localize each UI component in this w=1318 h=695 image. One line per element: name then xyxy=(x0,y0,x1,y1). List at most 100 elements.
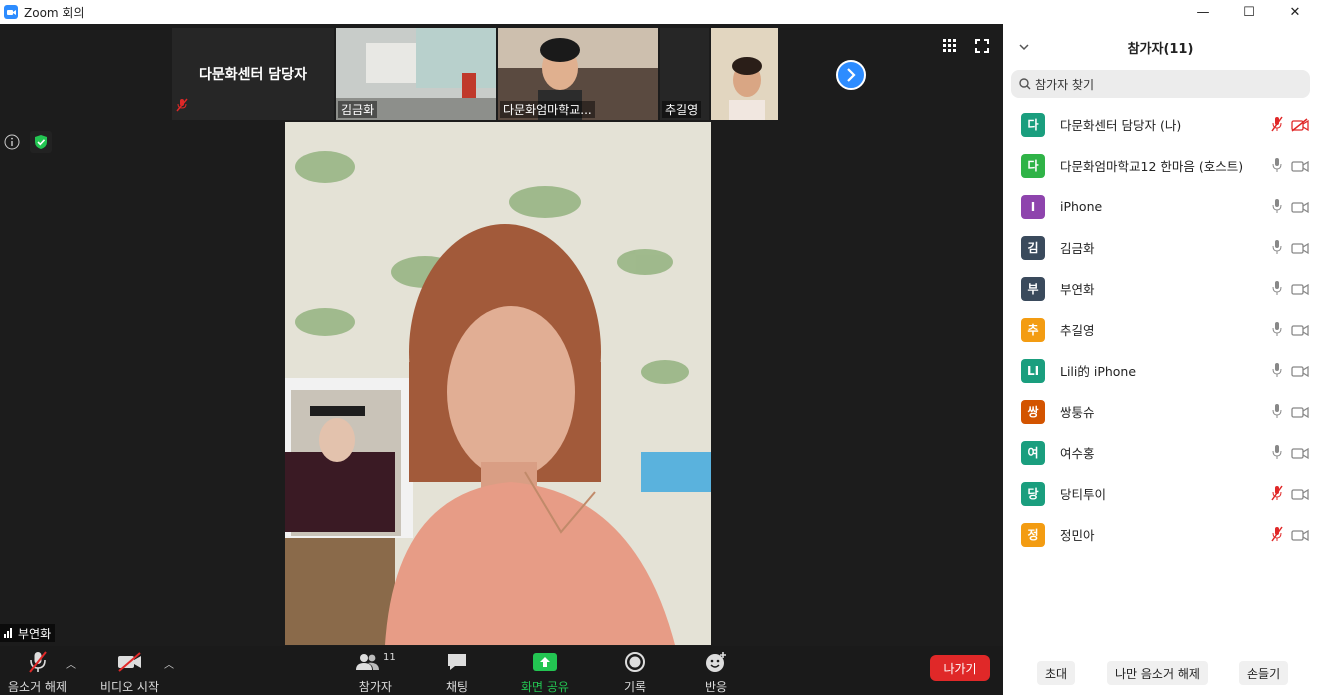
title-bar: Zoom 회의 — ☐ ✕ xyxy=(0,0,1318,24)
participants-count-badge: 11 xyxy=(383,651,396,663)
participant-row[interactable]: 다 다문화엄마학교12 한마음 (호스트) xyxy=(1003,145,1318,186)
mic-icon[interactable] xyxy=(1271,403,1283,423)
avatar: 당 xyxy=(1021,481,1045,506)
avatar: 부 xyxy=(1021,276,1045,301)
participant-row[interactable]: LI Lili的 iPhone xyxy=(1003,350,1318,391)
signal-strength-icon xyxy=(4,628,12,638)
tile-name-cell: 추길영 xyxy=(660,28,709,120)
participant-row[interactable]: 쌍 쌍퉁슈 xyxy=(1003,391,1318,432)
invite-button[interactable]: 초대 xyxy=(1037,661,1076,685)
avatar: 다 xyxy=(1021,112,1045,137)
video-tile[interactable] xyxy=(711,28,778,120)
participant-search-field[interactable]: 참가자 찾기 xyxy=(1011,70,1310,98)
mic-muted-icon[interactable] xyxy=(1271,526,1283,546)
participant-name: 여수홍 xyxy=(1060,446,1095,461)
encryption-shield-icon[interactable] xyxy=(30,131,52,153)
info-icon[interactable] xyxy=(4,134,20,154)
video-off-icon[interactable] xyxy=(1291,117,1309,136)
active-speaker-video xyxy=(285,122,711,645)
meeting-toolbar: 음소거 해제 ︿ 비디오 시작 ︿ 11 참가자 채팅 화면 공유 기록 반응 … xyxy=(0,646,1003,695)
video-tile[interactable]: 다문화엄마학교... xyxy=(498,28,658,120)
participant-row[interactable]: 여 여수홍 xyxy=(1003,432,1318,473)
participant-list: 다 다문화센터 담당자 (나) 다 다문화엄마학교12 한마음 (호스트) IiPhon… xyxy=(1003,104,1318,555)
start-video-label: 비디오 시작 xyxy=(100,680,160,694)
video-icon[interactable] xyxy=(1291,527,1309,546)
search-placeholder: 참가자 찾기 xyxy=(1035,77,1095,92)
smiley-plus-icon xyxy=(704,650,728,674)
avatar: 추 xyxy=(1021,317,1045,342)
host-tile[interactable]: 다문화센터 담당자 xyxy=(172,28,334,120)
fullscreen-icon[interactable] xyxy=(975,38,989,57)
participant-row[interactable]: 부 부연화 xyxy=(1003,268,1318,309)
video-icon[interactable] xyxy=(1291,486,1309,505)
mic-icon[interactable] xyxy=(1271,239,1283,259)
maximize-button[interactable]: ☐ xyxy=(1226,0,1272,24)
unmute-me-button[interactable]: 나만 음소거 해제 xyxy=(1107,661,1208,685)
video-options-caret-icon[interactable]: ︿ xyxy=(164,656,174,671)
record-label: 기록 xyxy=(624,680,647,694)
avatar: 김 xyxy=(1021,235,1045,260)
video-stage: 다문화센터 담당자 김금화 다문화엄마학교... 추길영 부연화 음소거 해제 … xyxy=(0,24,1003,695)
mic-muted-icon[interactable] xyxy=(1271,116,1283,136)
video-tile[interactable]: 김금화 xyxy=(336,28,496,120)
reactions-button[interactable]: 반응 xyxy=(704,650,728,695)
thumbnail-strip: 다문화센터 담당자 김금화 다문화엄마학교... 추길영 xyxy=(172,28,822,120)
video-icon[interactable] xyxy=(1291,240,1309,259)
mic-icon[interactable] xyxy=(1271,198,1283,218)
avatar: 정 xyxy=(1021,522,1045,547)
gallery-view-icon[interactable] xyxy=(943,38,957,57)
record-icon xyxy=(624,650,646,674)
mic-icon[interactable] xyxy=(1271,157,1283,177)
participant-row[interactable]: 다 다문화센터 담당자 (나) xyxy=(1003,104,1318,145)
speaker-video-feed xyxy=(285,122,711,645)
share-screen-button[interactable]: 화면 공유 xyxy=(521,650,569,695)
video-icon[interactable] xyxy=(1291,322,1309,341)
video-icon[interactable] xyxy=(1291,199,1309,218)
mic-icon[interactable] xyxy=(1271,280,1283,300)
start-video-button[interactable]: 비디오 시작 xyxy=(100,650,159,695)
participants-panel: 참가자(11) 참가자 찾기 다 다문화센터 담당자 (나) 다 다문화엄마학교12 … xyxy=(1003,24,1318,695)
participants-label: 참가자 xyxy=(358,680,392,694)
panel-footer: 초대 나만 음소거 해제 손들기 xyxy=(1003,661,1318,687)
video-icon[interactable] xyxy=(1291,363,1309,382)
participant-row[interactable]: 정 정민아 xyxy=(1003,514,1318,555)
tile-label: 추길영 xyxy=(662,101,702,118)
video-icon[interactable] xyxy=(1291,281,1309,300)
audio-options-caret-icon[interactable]: ︿ xyxy=(66,656,76,671)
window-title: Zoom 회의 xyxy=(24,5,85,20)
chat-button[interactable]: 채팅 xyxy=(446,650,468,695)
participant-name: 부연화 xyxy=(1060,282,1095,297)
tile-label: 김금화 xyxy=(338,101,378,118)
mic-muted-icon[interactable] xyxy=(1271,485,1283,505)
participant-name: 당티투이 xyxy=(1060,487,1107,502)
participant-row[interactable]: 당 당티투이 xyxy=(1003,473,1318,514)
mic-icon[interactable] xyxy=(1271,444,1283,464)
video-feed-image xyxy=(711,28,778,120)
chat-label: 채팅 xyxy=(446,680,469,694)
participant-row[interactable]: IiPhone xyxy=(1003,186,1318,227)
chevron-down-icon[interactable] xyxy=(1019,40,1029,55)
participants-button[interactable]: 11 참가자 xyxy=(355,650,396,695)
participant-name: Lili的 iPhone xyxy=(1060,364,1137,379)
mic-icon[interactable] xyxy=(1271,321,1283,341)
panel-title: 참가자(11) xyxy=(1127,41,1194,57)
close-button[interactable]: ✕ xyxy=(1272,0,1318,24)
participant-name: 다문화센터 담당자 (나) xyxy=(1060,118,1182,133)
participants-icon: 11 xyxy=(355,650,396,674)
panel-header: 참가자(11) xyxy=(1003,24,1318,70)
mic-icon[interactable] xyxy=(1271,362,1283,382)
speaker-name: 부연화 xyxy=(18,626,52,641)
minimize-button[interactable]: — xyxy=(1180,0,1226,24)
unmute-button[interactable]: 음소거 해제 xyxy=(8,650,67,695)
next-page-button[interactable] xyxy=(836,60,866,90)
video-icon[interactable] xyxy=(1291,158,1309,177)
raise-hand-button[interactable]: 손들기 xyxy=(1239,661,1289,685)
participant-name: iPhone xyxy=(1060,199,1103,214)
video-icon[interactable] xyxy=(1291,404,1309,423)
video-icon[interactable] xyxy=(1291,445,1309,464)
participant-row[interactable]: 김 김금화 xyxy=(1003,227,1318,268)
participant-name: 김금화 xyxy=(1060,241,1095,256)
leave-meeting-button[interactable]: 나가기 xyxy=(930,655,990,681)
record-button[interactable]: 기록 xyxy=(624,650,646,695)
participant-row[interactable]: 추 추길영 xyxy=(1003,309,1318,350)
